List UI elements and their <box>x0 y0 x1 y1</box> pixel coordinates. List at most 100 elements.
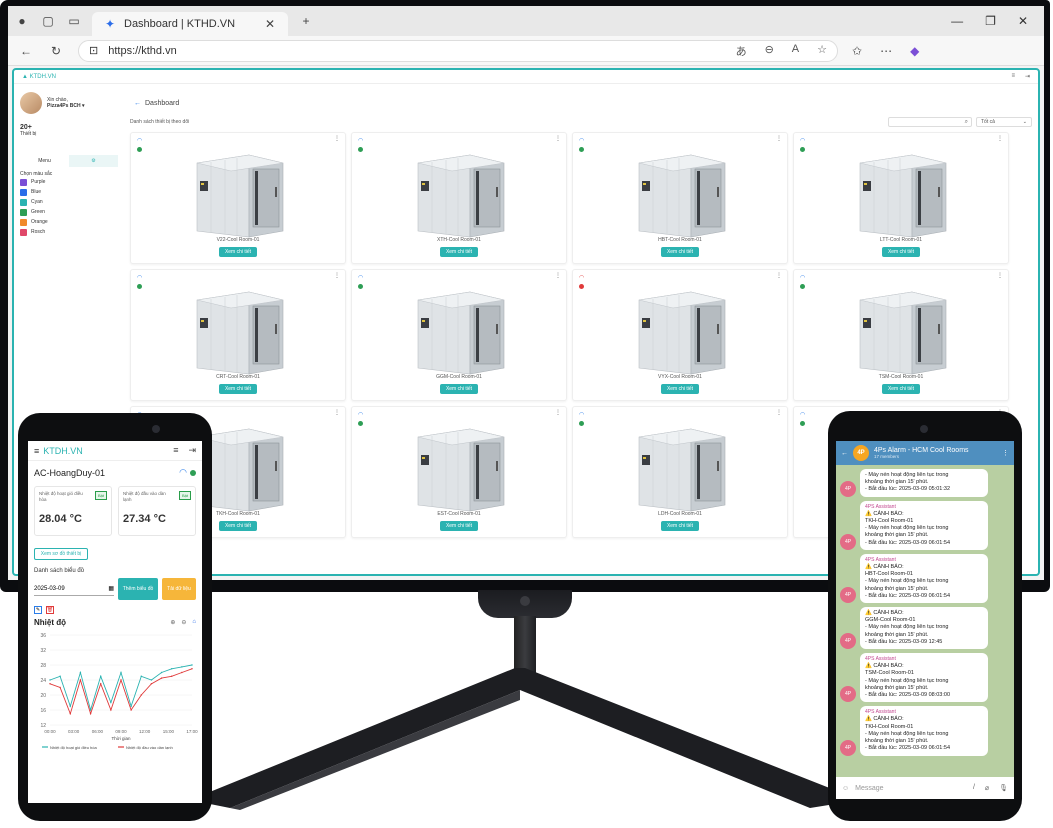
filter-select[interactable]: Tốt cả ⌄ <box>976 117 1032 127</box>
kebab-icon[interactable]: ⋮ <box>334 272 340 279</box>
new-tab-icon[interactable]: + <box>298 13 314 29</box>
refresh-icon[interactable]: ↻ <box>48 43 64 59</box>
browser-tab[interactable]: ✦ Dashboard | KTHD.VN ✕ <box>92 12 288 36</box>
kebab-icon[interactable]: ⋮ <box>334 409 340 416</box>
kebab-icon[interactable]: ⋮ <box>776 272 782 279</box>
edit-icon[interactable]: ✎ <box>34 606 42 614</box>
device-card[interactable]: ◠ ⋮ XTH-Cool Room-01 Xem chi tiết <box>351 132 567 264</box>
color-option[interactable]: Cyan <box>20 197 118 207</box>
kebab-icon[interactable]: ⋮ <box>555 135 561 142</box>
restore-icon[interactable]: ❐ <box>985 14 996 28</box>
view-detail-button[interactable]: Xem chi tiết <box>882 384 920 394</box>
message-input[interactable]: ☺ Message / ⌀ 🎙 <box>836 777 1014 799</box>
chat-message[interactable]: 4P 4PS Assistant ⚠️ CẢNH BÁO: TSM-Cool Room… <box>840 653 1010 703</box>
color-option[interactable]: Orange <box>20 217 118 227</box>
tab-menu[interactable]: Menu <box>20 155 69 167</box>
view-detail-button[interactable]: Xem chi tiết <box>440 247 478 257</box>
color-option[interactable]: Purple <box>20 177 118 187</box>
view-detail-button[interactable]: Xem chi tiết <box>661 521 699 531</box>
user-name[interactable]: Pizza4Ps BCH ▾ <box>47 103 85 109</box>
menu-toggle-icon[interactable]: ≡ <box>173 445 178 456</box>
color-option[interactable]: Rosch <box>20 227 118 237</box>
favorites-bar-icon[interactable]: ✩ <box>852 44 862 58</box>
kebab-icon[interactable]: ⋮ <box>776 135 782 142</box>
attach-icon[interactable]: ⌀ <box>985 784 989 792</box>
more-icon[interactable]: ⋯ <box>880 44 892 58</box>
device-card[interactable]: ◠ ⋮ VYX-Cool Room-01 Xem chi tiết <box>572 269 788 401</box>
tab-actions-icon[interactable]: ▭ <box>66 13 82 29</box>
chat-message[interactable]: 4P 4PS Assistant ⚠️ CẢNH BÁO: HBT-Cool Room… <box>840 553 1010 604</box>
reader-icon[interactable]: A <box>792 43 799 59</box>
color-swatch[interactable] <box>20 178 27 186</box>
chat-message[interactable]: 4P ⚠️ CẢNH BÁO: GGM-Cool Room-01- Máy nén … <box>840 607 1010 650</box>
hamburger-icon[interactable]: ≡ <box>34 446 39 456</box>
address-bar[interactable]: ⊡ https://kthd.vn あ ⊖ A ☆ <box>78 39 838 62</box>
kebab-icon[interactable]: ⋮ <box>776 409 782 416</box>
group-avatar[interactable]: 4P <box>853 445 869 461</box>
emoji-icon[interactable]: ☺ <box>842 785 849 792</box>
device-card[interactable]: ◠ ⋮ HBT-Cool Room-01 Xem chi tiết <box>572 132 788 264</box>
view-detail-button[interactable]: Xem chi tiết <box>661 247 699 257</box>
device-card[interactable]: ◠ ⋮ CRT-Cool Room-01 Xem chi tiết <box>130 269 346 401</box>
avatar[interactable] <box>20 92 42 114</box>
chat-message[interactable]: 4P 4PS Assistant ⚠️ CẢNH BÁO: TKH-Cool Room… <box>840 500 1010 550</box>
tab-settings[interactable]: ⚙ <box>69 155 118 167</box>
close-tab-icon[interactable]: ✕ <box>262 16 278 32</box>
home-icon[interactable]: ⌂ <box>192 619 196 626</box>
device-card[interactable]: ◠ ⋮ EST-Cool Room-01 Xem chi tiết <box>351 406 567 538</box>
data-point <box>160 671 163 674</box>
minimize-icon[interactable]: — <box>951 14 963 28</box>
color-swatch[interactable] <box>20 188 27 196</box>
zoom-out-icon[interactable]: ⊖ <box>181 619 186 626</box>
device-card[interactable]: ◠ ⋮ LDH-Cool Room-01 Xem chi tiết <box>572 406 788 538</box>
commands-icon[interactable]: / <box>973 784 975 792</box>
workspaces-icon[interactable]: ▢ <box>40 13 56 29</box>
kebab-icon[interactable]: ⋮ <box>997 272 1003 279</box>
back-arrow-icon[interactable]: ← <box>841 450 848 457</box>
copilot-icon[interactable]: ◆ <box>910 44 919 58</box>
kebab-icon[interactable]: ⋮ <box>997 135 1003 142</box>
view-detail-button[interactable]: Xem chi tiết <box>219 247 257 257</box>
zoom-in-icon[interactable]: ⊕ <box>170 619 175 626</box>
profile-icon[interactable]: ● <box>14 13 30 29</box>
mic-icon[interactable]: 🎙 <box>999 784 1008 792</box>
kebab-icon[interactable]: ⋮ <box>1002 449 1009 457</box>
color-swatch[interactable] <box>20 228 27 236</box>
read-aloud-icon[interactable]: あ <box>736 43 747 59</box>
view-detail-button[interactable]: Xem chi tiết <box>661 384 699 394</box>
device-diagram-button[interactable]: Xem sơ đồ thiết bị <box>34 548 88 560</box>
chat-message[interactable]: 4P - Máy nén hoạt động liên tục trong khoả… <box>840 469 1010 497</box>
device-card[interactable]: ◠ ⋮ V22-Cool Room-01 Xem chi tiết <box>130 132 346 264</box>
delete-icon[interactable]: 🗑 <box>46 606 54 614</box>
color-swatch[interactable] <box>20 198 27 206</box>
device-card[interactable]: ◠ ⋮ LTT-Cool Room-01 Xem chi tiết <box>793 132 1009 264</box>
view-detail-button[interactable]: Xem chi tiết <box>219 384 257 394</box>
date-field[interactable]: 2025-03-09 ▦ <box>34 582 114 596</box>
chat-message[interactable]: 4P 4PS Assistant ⚠️ CẢNH BÁO: TKH-Cool Room… <box>840 706 1010 756</box>
download-data-button[interactable]: Tải dữ liệu <box>162 578 196 600</box>
add-chart-button[interactable]: Thêm biểu đồ <box>118 578 158 600</box>
color-swatch[interactable] <box>20 218 27 226</box>
kebab-icon[interactable]: ⋮ <box>555 272 561 279</box>
color-option[interactable]: Green <box>20 207 118 217</box>
back-icon[interactable]: ← <box>18 43 34 59</box>
back-arrow-icon[interactable]: ← <box>134 100 141 107</box>
device-card[interactable]: ◠ ⋮ TSM-Cool Room-01 Xem chi tiết <box>793 269 1009 401</box>
kebab-icon[interactable]: ⋮ <box>555 409 561 416</box>
view-detail-button[interactable]: Xem chi tiết <box>440 521 478 531</box>
logout-icon[interactable]: ⇥ <box>188 445 196 456</box>
logout-icon[interactable]: ⇥ <box>1025 73 1030 80</box>
view-detail-button[interactable]: Xem chi tiết <box>440 384 478 394</box>
view-detail-button[interactable]: Xem chi tiết <box>882 247 920 257</box>
view-detail-button[interactable]: Xem chi tiết <box>219 521 257 531</box>
zoom-out-icon[interactable]: ⊖ <box>765 43 774 59</box>
close-window-icon[interactable]: ✕ <box>1018 14 1028 28</box>
search-input[interactable]: ⌕ <box>888 117 972 127</box>
site-info-icon[interactable]: ⊡ <box>89 44 98 57</box>
color-swatch[interactable] <box>20 208 27 216</box>
device-card[interactable]: ◠ ⋮ GGM-Cool Room-01 Xem chi tiết <box>351 269 567 401</box>
menu-toggle-icon[interactable]: ≡ <box>1011 73 1015 80</box>
favorite-icon[interactable]: ☆ <box>817 43 827 59</box>
kebab-icon[interactable]: ⋮ <box>334 135 340 142</box>
color-option[interactable]: Blue <box>20 187 118 197</box>
